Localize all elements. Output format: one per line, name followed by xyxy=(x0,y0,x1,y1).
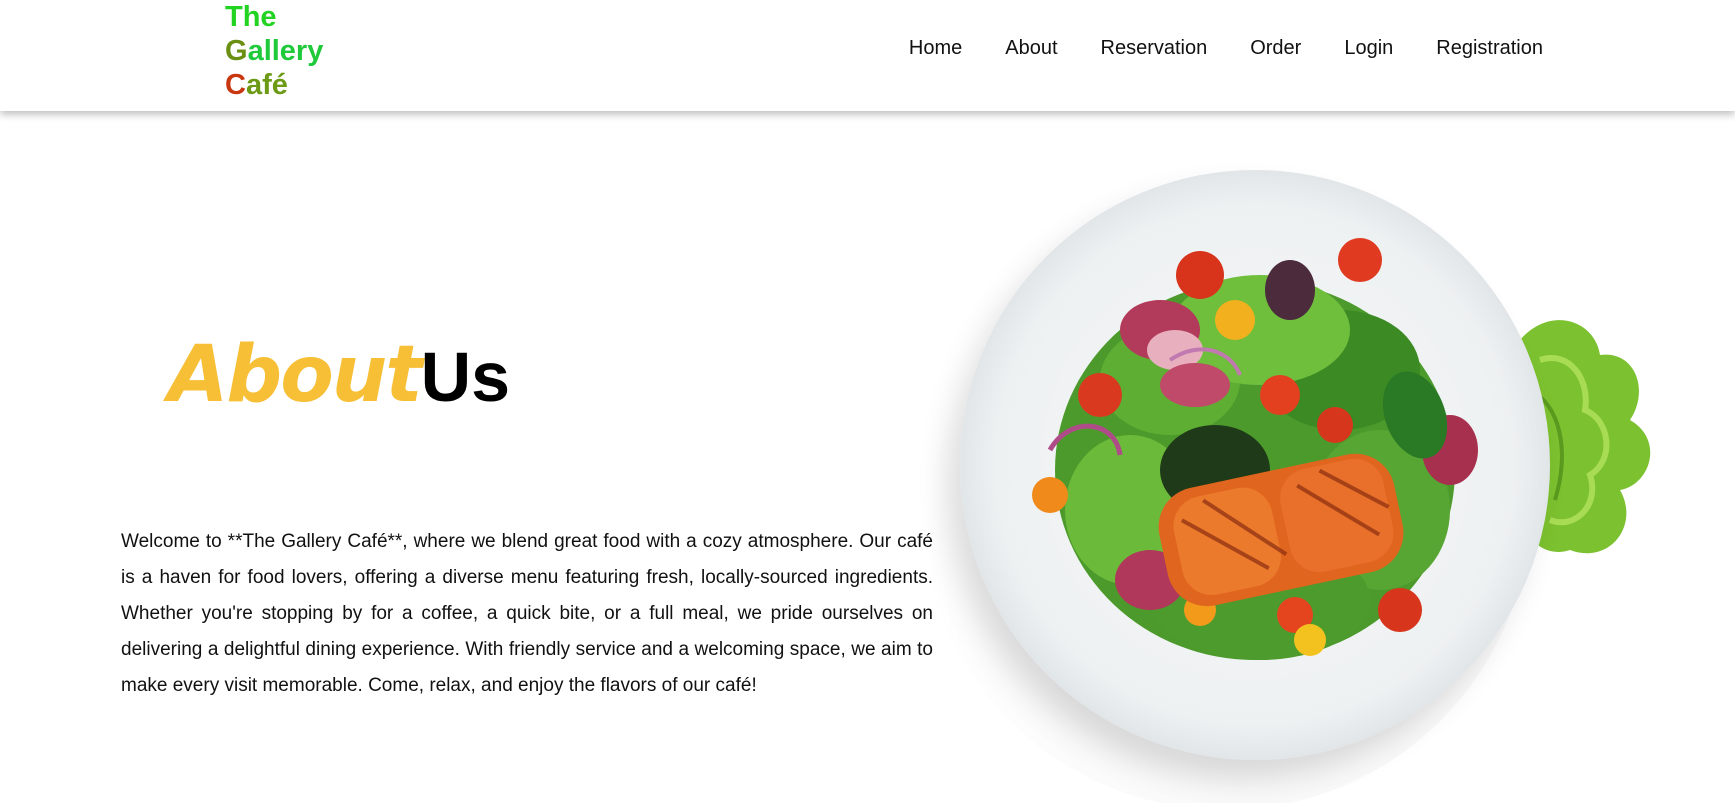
logo-line-2-initial: G xyxy=(225,35,248,67)
nav-reservation[interactable]: Reservation xyxy=(1101,37,1208,60)
nav-about[interactable]: About xyxy=(1005,37,1057,60)
salmon-salad-image xyxy=(900,160,1660,803)
logo-line-3: Café xyxy=(225,68,323,102)
logo-line-3-initial: C xyxy=(225,69,246,101)
nav-order[interactable]: Order xyxy=(1250,37,1301,60)
page-title-accent: About xyxy=(168,330,423,420)
about-intro-text: Welcome to **The Gallery Café**, where w… xyxy=(121,531,933,696)
logo-line-2-rest: allery xyxy=(247,35,324,67)
top-navbar: The Gallery Café Home About Reservation … xyxy=(0,0,1735,111)
logo-line-1: The xyxy=(225,1,277,33)
nav-home[interactable]: Home xyxy=(909,37,962,60)
main-nav: Home About Reservation Order Login Regis… xyxy=(909,37,1543,60)
nav-login[interactable]: Login xyxy=(1344,37,1393,60)
salad-icon xyxy=(1032,238,1478,660)
page-title-main: Us xyxy=(420,338,511,416)
nav-registration[interactable]: Registration xyxy=(1436,37,1543,60)
page-title: AboutUs xyxy=(168,330,510,430)
logo-line-2: Gallery xyxy=(225,34,323,68)
logo-line-3-rest: afé xyxy=(245,69,288,101)
site-logo[interactable]: The Gallery Café xyxy=(225,0,323,102)
